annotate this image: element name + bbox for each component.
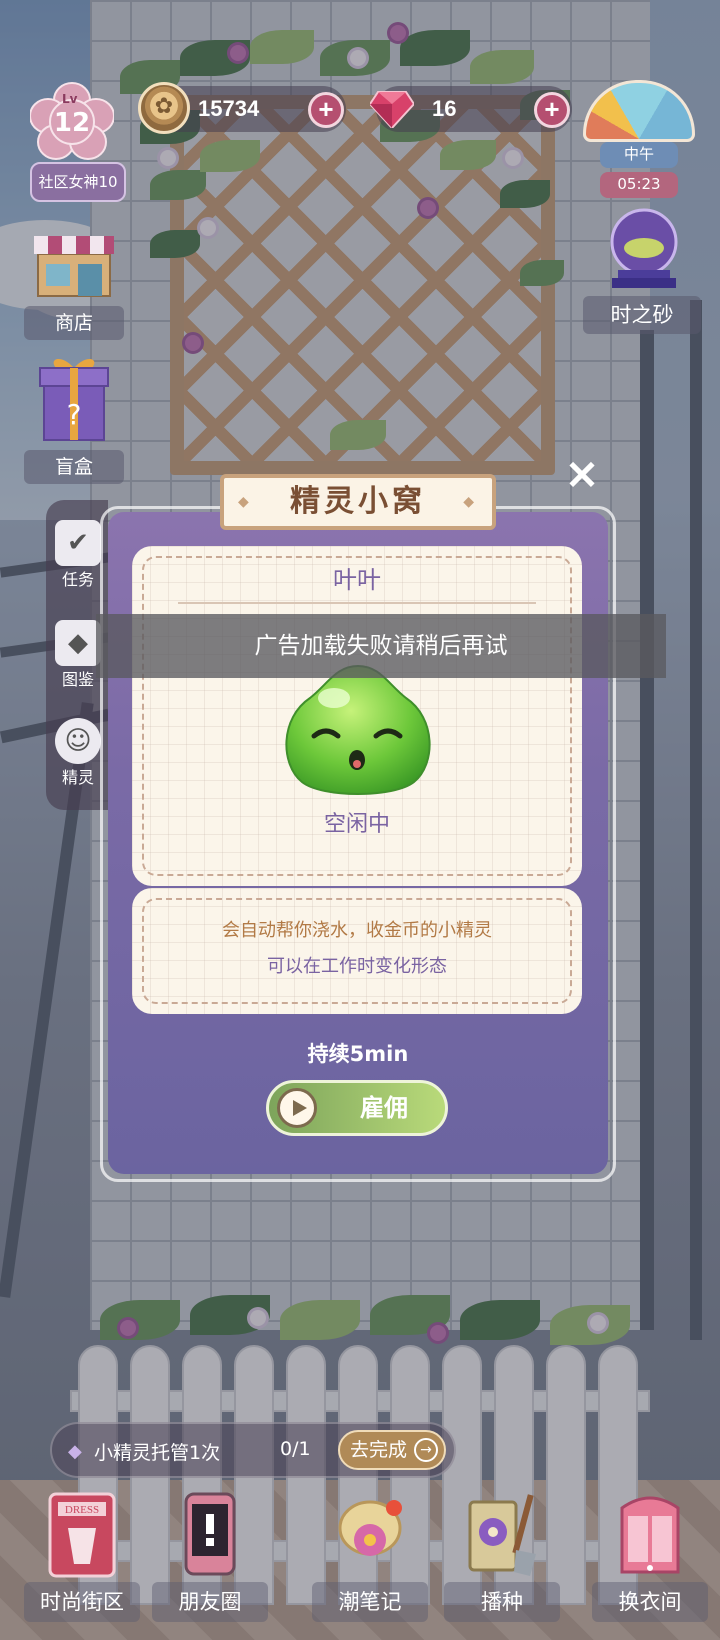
time-sand-icon[interactable] bbox=[604, 206, 684, 290]
shop-label: 商店 bbox=[24, 306, 124, 340]
ad-load-failed-toast: 广告加载失败请稍后再试 bbox=[96, 614, 666, 678]
slime-spirit-icon bbox=[285, 664, 431, 795]
spirit-name: 叶叶 bbox=[333, 566, 381, 594]
description-card bbox=[132, 888, 582, 1014]
nav-fashion-street-label: 时尚街区 bbox=[24, 1582, 140, 1622]
book-icon: ◆ bbox=[55, 620, 101, 666]
task-diamond-icon: ◆ bbox=[68, 1441, 82, 1462]
time-sand-label[interactable]: 时之砂 bbox=[583, 296, 701, 334]
dress-book-icon: DRESS bbox=[48, 1492, 116, 1578]
ruby-gem-icon bbox=[370, 91, 414, 128]
seed-bag-icon bbox=[468, 1494, 536, 1576]
task-text: 小精灵托管1次 bbox=[94, 1442, 221, 1464]
level-prefix: Lv bbox=[62, 92, 78, 106]
task-progress-bar: ◆ 小精灵托管1次 0/1 去完成 → bbox=[50, 1422, 456, 1478]
dress-icon-text: DRESS bbox=[65, 1504, 99, 1516]
nav-fashion-street[interactable]: DRESS 时尚街区 bbox=[22, 1488, 142, 1622]
level-number: 12 bbox=[53, 108, 91, 138]
play-video-icon bbox=[277, 1088, 317, 1128]
phone-icon bbox=[184, 1492, 236, 1576]
coin-icon bbox=[138, 82, 190, 134]
nav-trend-notes[interactable]: 潮笔记 bbox=[310, 1488, 430, 1622]
nav-sow[interactable]: 播种 bbox=[442, 1488, 562, 1622]
blind-box-label: 盲盒 bbox=[24, 450, 124, 484]
add-coins-button[interactable]: + bbox=[308, 92, 344, 128]
add-gems-button[interactable]: + bbox=[534, 92, 570, 128]
spirit-sprout-icon: ☺ bbox=[55, 718, 101, 764]
dialog-title: 精灵小窝 bbox=[220, 474, 496, 530]
gift-box-icon: ? bbox=[39, 358, 109, 441]
flower-note-icon bbox=[338, 1500, 402, 1556]
close-dialog-button[interactable]: ✕ bbox=[562, 456, 602, 496]
time-clock: 05:23 bbox=[600, 172, 678, 198]
hire-label: 雇佣 bbox=[360, 1094, 408, 1122]
nav-trend-notes-label: 潮笔记 bbox=[312, 1582, 428, 1622]
blind-box-button[interactable]: ? 盲盒 bbox=[18, 352, 130, 484]
nav-moments[interactable]: 朋友圈 bbox=[150, 1488, 270, 1622]
nav-dressing-room-label: 换衣间 bbox=[592, 1582, 708, 1622]
tab-tasks[interactable]: ✔ 任务 bbox=[52, 520, 104, 590]
shop-button[interactable]: 商店 bbox=[18, 228, 130, 340]
hire-duration: 持续5min bbox=[307, 1042, 409, 1066]
nav-moments-label: 朋友圈 bbox=[152, 1582, 268, 1622]
time-period: 中午 bbox=[600, 142, 678, 168]
spirit-status: 空闲中 bbox=[323, 812, 390, 837]
svg-text:?: ? bbox=[67, 398, 82, 431]
go-complete-button[interactable]: 去完成 → bbox=[338, 1430, 446, 1470]
tab-tasks-label: 任务 bbox=[61, 570, 94, 589]
coin-amount: 15734 bbox=[198, 96, 260, 121]
gem-amount: 16 bbox=[432, 96, 457, 121]
hire-button[interactable]: 雇佣 bbox=[266, 1080, 448, 1136]
go-complete-label: 去完成 bbox=[350, 1439, 408, 1461]
wardrobe-icon bbox=[620, 1496, 680, 1574]
spirit-description-line1: 会自动帮你浇水，收金币的小精灵 bbox=[222, 920, 492, 941]
player-title-tag[interactable]: 社区女神10 bbox=[30, 162, 126, 202]
nav-dressing-room[interactable]: 换衣间 bbox=[590, 1488, 710, 1622]
task-count: 0/1 bbox=[280, 1438, 311, 1460]
shop-icon bbox=[34, 236, 114, 297]
name-divider bbox=[178, 602, 536, 604]
arrow-right-icon: → bbox=[414, 1438, 438, 1462]
nav-sow-label: 播种 bbox=[444, 1582, 560, 1622]
tab-spirit[interactable]: ☺ 精灵 bbox=[52, 718, 104, 788]
card-border bbox=[142, 898, 572, 1004]
tab-spirit-label: 精灵 bbox=[61, 768, 94, 787]
spirit-description-line2: 可以在工作时变化形态 bbox=[267, 956, 447, 977]
clipboard-check-icon: ✔ bbox=[55, 520, 101, 566]
tab-catalog-label: 图鉴 bbox=[61, 670, 94, 689]
